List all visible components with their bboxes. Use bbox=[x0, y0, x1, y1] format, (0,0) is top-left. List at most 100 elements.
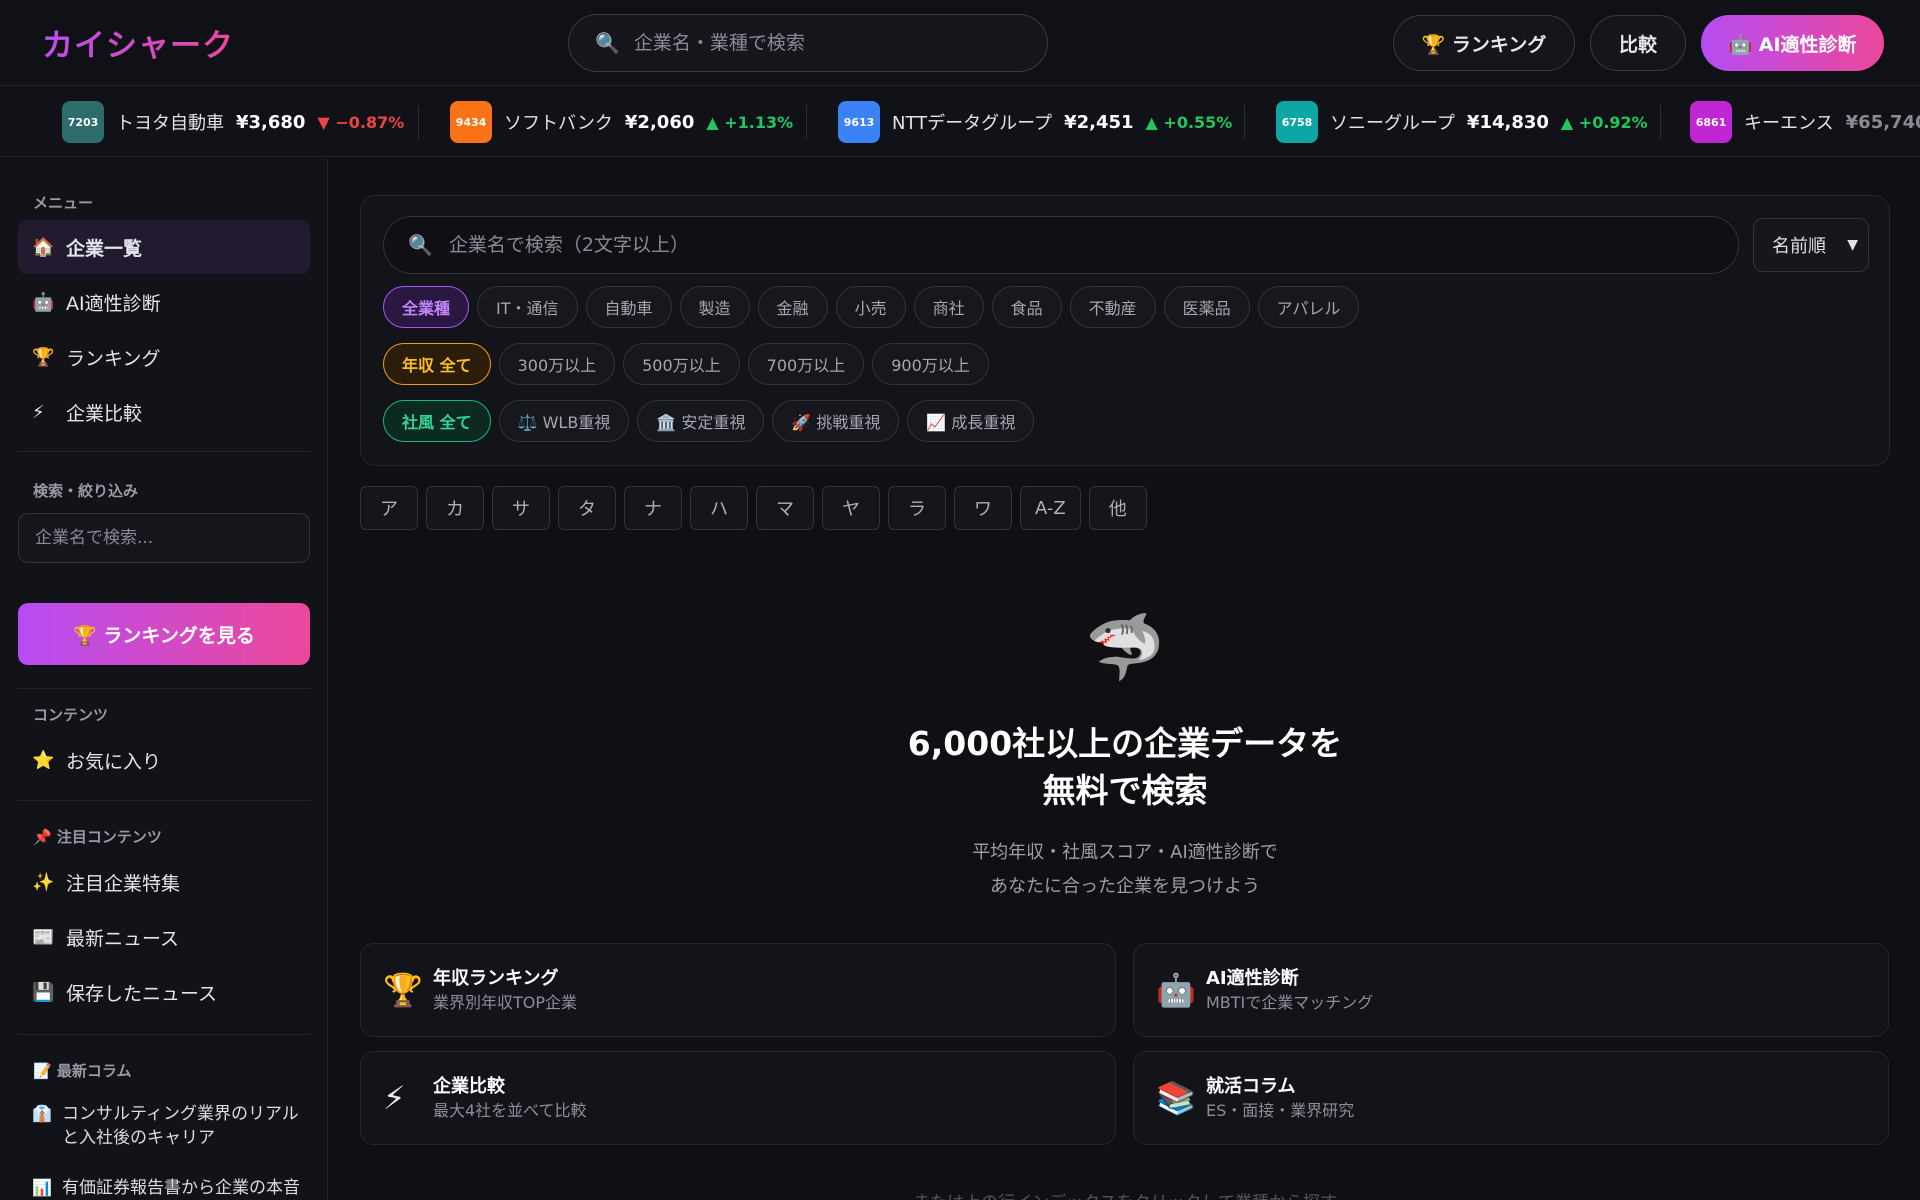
ticker-divider bbox=[1244, 105, 1245, 139]
kana-button[interactable]: ア bbox=[360, 486, 418, 530]
top-header: カイシャーク 🔍 🏆 ランキング 比較 🤖 AI適性診断 bbox=[0, 0, 1920, 86]
header-search-input[interactable] bbox=[633, 32, 1014, 54]
site-logo[interactable]: カイシャーク bbox=[42, 20, 234, 65]
kana-button[interactable]: カ bbox=[426, 486, 484, 530]
sidebar-item-label: ランキング bbox=[66, 347, 161, 370]
sidebar-item-favorites[interactable]: ⭐ お気に入り bbox=[18, 733, 310, 787]
kana-button[interactable]: 他 bbox=[1088, 486, 1147, 530]
ticker-change: ▲ +0.92% bbox=[1560, 112, 1648, 132]
star-icon: ⭐ bbox=[32, 749, 55, 771]
ticker-price: ¥14,830 bbox=[1466, 111, 1549, 133]
industry-chip[interactable]: アパレル bbox=[1257, 286, 1360, 328]
culture-chip[interactable]: 🚀 挑戦重視 bbox=[772, 400, 900, 442]
ticker-divider bbox=[418, 105, 419, 139]
industry-filter: 全業種 IT・通信 自動車 製造 金融 小売 商社 食品 不動産 医薬品 アパレ… bbox=[383, 286, 1360, 328]
featured-section-label: 📌 注目コンテンツ bbox=[33, 828, 162, 846]
ticker-item[interactable]: 9613 NTTデータグループ ¥2,451 ▲ +0.55% bbox=[838, 101, 1232, 143]
company-search[interactable]: 🔍 bbox=[383, 216, 1739, 274]
kana-button[interactable]: ヤ bbox=[822, 486, 880, 530]
sidebar-item-ai-diagnosis[interactable]: 🤖 AI適性診断 bbox=[18, 275, 310, 329]
ai-diagnosis-button[interactable]: 🤖 AI適性診断 bbox=[1701, 15, 1884, 71]
hero-title-line: 無料で検索 bbox=[1042, 771, 1208, 810]
industry-chip[interactable]: 不動産 bbox=[1069, 286, 1156, 328]
column-item[interactable]: 👔 コンサルティング業界のリアルと入社後のキャリア bbox=[32, 1102, 302, 1150]
sidebar-item-saved-news[interactable]: 💾 保存したニュース bbox=[18, 965, 310, 1019]
ticker-name: NTTデータグループ bbox=[892, 113, 1053, 134]
home-icon: 🏠 bbox=[32, 236, 55, 258]
industry-chip[interactable]: 自動車 bbox=[585, 286, 672, 328]
newspaper-icon: 📰 bbox=[32, 926, 55, 948]
culture-chip[interactable]: 社風 全て bbox=[383, 400, 491, 442]
ticker-change: ▲ +0.55% bbox=[1145, 112, 1233, 132]
sort-value: 名前順 bbox=[1772, 236, 1826, 257]
card-ai-diagnosis[interactable]: 🤖 AI適性診断 MBTIで企業マッチング bbox=[1133, 943, 1889, 1037]
ticker-item[interactable]: 6861 キーエンス ¥65,740 bbox=[1690, 101, 1920, 143]
kana-button[interactable]: タ bbox=[558, 486, 616, 530]
industry-chip[interactable]: 製造 bbox=[679, 286, 750, 328]
sidebar-item-featured-companies[interactable]: ✨ 注目企業特集 bbox=[18, 855, 310, 909]
ticker-name: キーエンス bbox=[1744, 113, 1834, 134]
ticker-item[interactable]: 6758 ソニーグループ ¥14,830 ▲ +0.92% bbox=[1276, 101, 1648, 143]
ticker-item[interactable]: 7203 トヨタ自動車 ¥3,680 ▼ −0.87% bbox=[62, 101, 404, 143]
salary-chip[interactable]: 年収 全て bbox=[383, 343, 491, 385]
salary-filter: 年収 全て 300万以上 500万以上 700万以上 900万以上 bbox=[383, 343, 989, 385]
chevron-down-icon: ▼ bbox=[1847, 237, 1858, 253]
kana-button[interactable]: ラ bbox=[888, 486, 946, 530]
kana-button[interactable]: A-Z bbox=[1020, 486, 1081, 530]
card-subtitle: 業界別年収TOP企業 bbox=[433, 993, 578, 1012]
sidebar: メニュー 🏠 企業一覧 🤖 AI適性診断 🏆 ランキング ⚡ 企業比較 検索・絞… bbox=[0, 158, 328, 1200]
sidebar-item-compare[interactable]: ⚡ 企業比較 bbox=[18, 385, 310, 439]
ranking-button[interactable]: 🏆 ランキング bbox=[1393, 15, 1575, 71]
sidebar-item-label: お気に入り bbox=[66, 750, 162, 773]
sidebar-item-label: 保存したニュース bbox=[66, 982, 218, 1005]
ticker-item[interactable]: 9434 ソフトバンク ¥2,060 ▲ +1.13% bbox=[450, 101, 793, 143]
kana-button[interactable]: マ bbox=[756, 486, 814, 530]
industry-chip[interactable]: 小売 bbox=[835, 286, 906, 328]
salary-chip[interactable]: 900万以上 bbox=[872, 343, 989, 385]
ticker-price: ¥2,451 bbox=[1064, 111, 1134, 133]
card-compare[interactable]: ⚡ 企業比較 最大4社を並べて比較 bbox=[360, 1051, 1116, 1145]
hero-title-line: 6,000社以上の企業データを bbox=[907, 724, 1343, 763]
culture-chip[interactable]: 📈 成長重視 bbox=[907, 400, 1035, 442]
sort-select[interactable]: 名前順 ▼ bbox=[1753, 218, 1869, 272]
card-title: 就活コラム bbox=[1206, 1076, 1296, 1097]
salary-chip[interactable]: 500万以上 bbox=[623, 343, 740, 385]
hero-subtitle: 平均年収・社風スコア・AI適性診断で あなたに合った企業を見つけよう bbox=[360, 836, 1890, 904]
hero-subtitle-line: あなたに合った企業を見つけよう bbox=[990, 876, 1260, 897]
culture-chip[interactable]: ⚖️ WLB重視 bbox=[498, 400, 630, 442]
filter-panel: 🔍 名前順 ▼ 全業種 IT・通信 自動車 製造 金融 小売 商社 食品 不動産… bbox=[360, 195, 1890, 466]
kana-button[interactable]: ナ bbox=[624, 486, 682, 530]
ticker-price: ¥65,740 bbox=[1845, 111, 1920, 133]
card-title: AI適性診断 bbox=[1206, 968, 1299, 989]
industry-chip[interactable]: 医薬品 bbox=[1163, 286, 1250, 328]
company-search-input[interactable] bbox=[448, 234, 1649, 256]
sidebar-item-news[interactable]: 📰 最新ニュース bbox=[18, 910, 310, 964]
kana-button[interactable]: ハ bbox=[690, 486, 748, 530]
industry-chip[interactable]: 食品 bbox=[991, 286, 1062, 328]
sidebar-item-company-list[interactable]: 🏠 企業一覧 bbox=[18, 220, 310, 274]
compare-button[interactable]: 比較 bbox=[1590, 15, 1686, 71]
card-columns[interactable]: 📚 就活コラム ES・面接・業界研究 bbox=[1133, 1051, 1889, 1145]
sidebar-item-ranking[interactable]: 🏆 ランキング bbox=[18, 330, 310, 384]
kana-button[interactable]: ワ bbox=[954, 486, 1012, 530]
sidebar-item-label: 注目企業特集 bbox=[66, 872, 181, 895]
sidebar-item-label: 企業一覧 bbox=[66, 237, 143, 260]
industry-chip[interactable]: IT・通信 bbox=[477, 286, 578, 328]
sidebar-search-input[interactable] bbox=[18, 513, 310, 563]
industry-chip[interactable]: 全業種 bbox=[383, 286, 470, 328]
salary-chip[interactable]: 700万以上 bbox=[747, 343, 865, 385]
view-ranking-button[interactable]: 🏆 ランキングを見る bbox=[18, 603, 310, 665]
industry-chip[interactable]: 商社 bbox=[913, 286, 984, 328]
card-salary-ranking[interactable]: 🏆 年収ランキング 業界別年収TOP企業 bbox=[360, 943, 1116, 1037]
card-title: 年収ランキング bbox=[433, 968, 559, 989]
sparkles-icon: ✨ bbox=[32, 871, 55, 893]
card-subtitle: 最大4社を並べて比較 bbox=[433, 1101, 587, 1120]
salary-chip[interactable]: 300万以上 bbox=[498, 343, 616, 385]
culture-chip[interactable]: 🏛️ 安定重視 bbox=[637, 400, 765, 442]
ticker-price: ¥2,060 bbox=[624, 111, 695, 133]
column-item[interactable]: 📊 有価証券報告書から企業の本音 bbox=[32, 1176, 302, 1200]
ticker-name: ソニーグループ bbox=[1330, 113, 1455, 134]
kana-button[interactable]: サ bbox=[492, 486, 550, 530]
industry-chip[interactable]: 金融 bbox=[757, 286, 828, 328]
header-search[interactable]: 🔍 bbox=[568, 14, 1048, 72]
